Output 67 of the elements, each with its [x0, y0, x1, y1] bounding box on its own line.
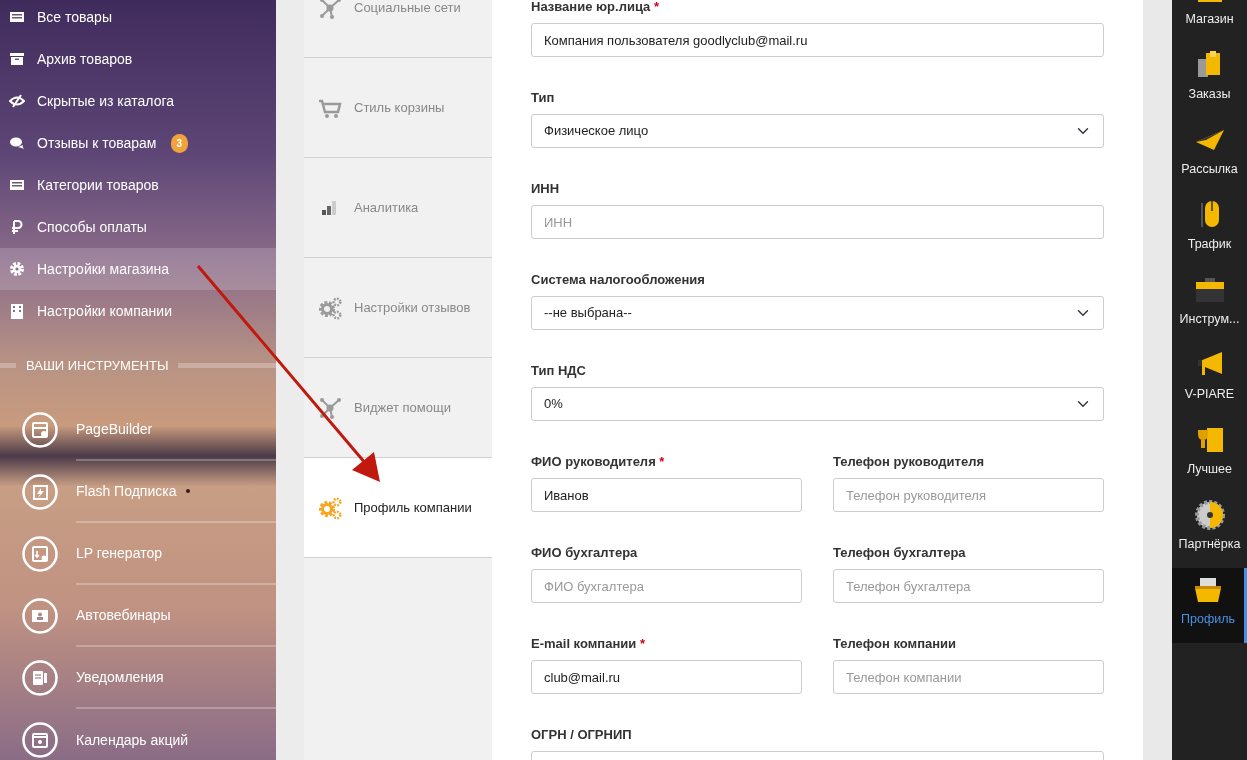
app-bar-item[interactable]: Заказы — [1172, 43, 1247, 118]
app-bar-item[interactable]: Профиль — [1172, 568, 1247, 643]
tool-icon — [22, 722, 58, 758]
tool-label: Календарь акций — [76, 730, 189, 750]
app-bar-item[interactable]: V-PIARE — [1172, 343, 1247, 418]
network-icon — [318, 395, 342, 420]
tool-label: Flash Подписка — [76, 481, 177, 501]
field-label: ИНН — [531, 180, 561, 198]
tool-label: LP генератор — [76, 543, 162, 563]
select-field[interactable]: Физическое лицо — [531, 114, 1104, 148]
field-label: Телефон руководителя — [833, 453, 985, 471]
tool-label: Автовебинары — [76, 605, 171, 625]
tool-item[interactable]: Календарь акций — [0, 709, 276, 760]
input-field[interactable]: ИНН — [531, 205, 1104, 239]
app-bar-item[interactable]: Трафик — [1172, 193, 1247, 268]
input-field[interactable]: Телефон бухгалтера — [833, 569, 1104, 603]
ruble-icon — [9, 219, 25, 235]
sidebar-item[interactable]: Способы оплаты — [0, 206, 276, 248]
list-icon — [9, 177, 25, 193]
select-field[interactable]: --не выбрана-- — [531, 296, 1104, 330]
field-label: Телефон бухгалтера — [833, 544, 967, 562]
sidebar-item[interactable]: Скрытые из каталога — [0, 80, 276, 122]
select-field[interactable]: 0% — [531, 387, 1104, 421]
field-label: ОГРН / ОГРНИП — [531, 726, 633, 744]
input-field[interactable]: ФИО бухгалтера — [531, 569, 802, 603]
input-field[interactable]: Иванов — [531, 478, 802, 512]
tool-icon — [22, 536, 58, 572]
field-label: ФИО руководителя * — [531, 453, 666, 471]
field-label: Тип — [531, 89, 556, 107]
settings-tab[interactable]: Профиль компании — [304, 458, 492, 558]
tool-icon — [22, 412, 58, 448]
field-label: ФИО бухгалтера — [531, 544, 639, 562]
section-title: ВАШИ ИНСТРУМЕНТЫ — [26, 356, 169, 375]
gears-icon — [318, 495, 342, 520]
input-field[interactable]: Телефон руководителя — [833, 478, 1104, 512]
archive-icon — [9, 51, 25, 67]
settings-icon — [9, 261, 25, 277]
app-bar-item[interactable]: Лучшее — [1172, 418, 1247, 493]
count-badge: 3 — [170, 133, 189, 153]
sidebar-item[interactable]: Архив товаров — [0, 38, 276, 80]
tool-label: Уведомления — [76, 667, 164, 687]
field-label: Тип НДС — [531, 362, 587, 380]
list-icon — [9, 9, 25, 25]
chat-icon — [9, 135, 25, 151]
sidebar-item[interactable]: Отзывы к товарам 3 — [0, 122, 276, 164]
field-label: Название юр.лица * — [531, 0, 660, 16]
tool-icon — [22, 660, 58, 696]
app-bar-item[interactable]: Инструм... — [1172, 268, 1247, 343]
gears-icon — [318, 295, 342, 320]
sidebar-item[interactable]: Настройки компании — [0, 290, 276, 332]
field-label: E-mail компании * — [531, 635, 646, 653]
building-icon — [9, 303, 25, 319]
hidden-eye-icon — [9, 93, 25, 109]
field-label: Телефон компании — [833, 635, 958, 653]
network-icon — [318, 0, 342, 20]
tool-icon — [22, 598, 58, 634]
input-field[interactable]: Компания пользователя goodlyclub@mail.ru — [531, 23, 1104, 57]
field-label: Система налогообложения — [531, 271, 706, 289]
app-bar-item[interactable]: Магазин — [1172, 0, 1247, 43]
input-field[interactable]: Телефон компании — [833, 660, 1104, 694]
app-bar-item[interactable]: Рассылка — [1172, 118, 1247, 193]
sidebar-item[interactable]: Все товары — [0, 0, 276, 38]
tool-label: PageBuilder — [76, 419, 153, 439]
sidebar-item[interactable]: Категории товаров — [0, 164, 276, 206]
app-bar-item[interactable]: Партнёрка — [1172, 493, 1247, 568]
tool-icon — [22, 474, 58, 510]
input-field[interactable]: club@mail.ru — [531, 660, 802, 694]
